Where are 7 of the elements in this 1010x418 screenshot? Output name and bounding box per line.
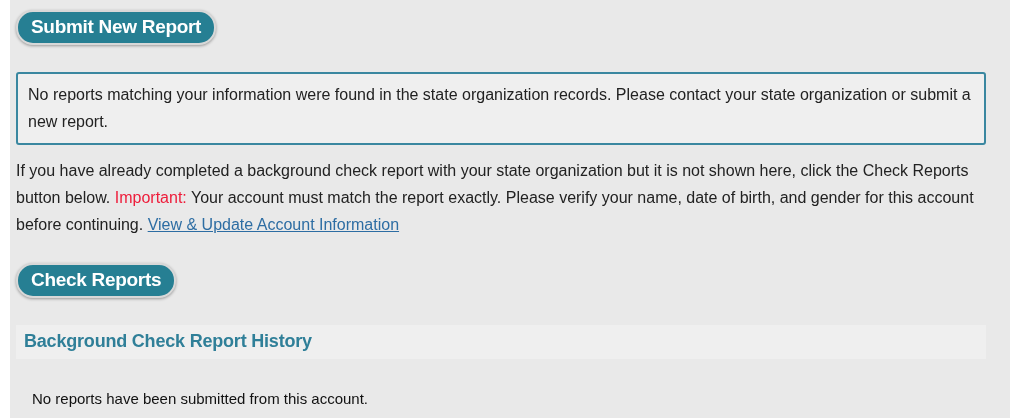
check-reports-button[interactable]: Check Reports <box>16 263 177 298</box>
section-heading: Background Check Report History <box>16 325 986 359</box>
alert-message: No reports matching your information were found in the state organization records. Please contact your state organization or submit a new report. <box>16 72 986 145</box>
empty-message: No reports have been submitted from this account. <box>32 390 368 407</box>
submit-report-button[interactable]: Submit New Report <box>16 10 217 45</box>
account-link[interactable]: View & Update Account Information <box>147 216 400 233</box>
info-paragraph: If you have already completed a background check report with your state organization but it is not shown here, click the Check Reports button below. Important: Your account must match the report exactly. Please verify your name, date of birth, and gender for this account before continuing. View & Update Account Information <box>16 161 975 235</box>
